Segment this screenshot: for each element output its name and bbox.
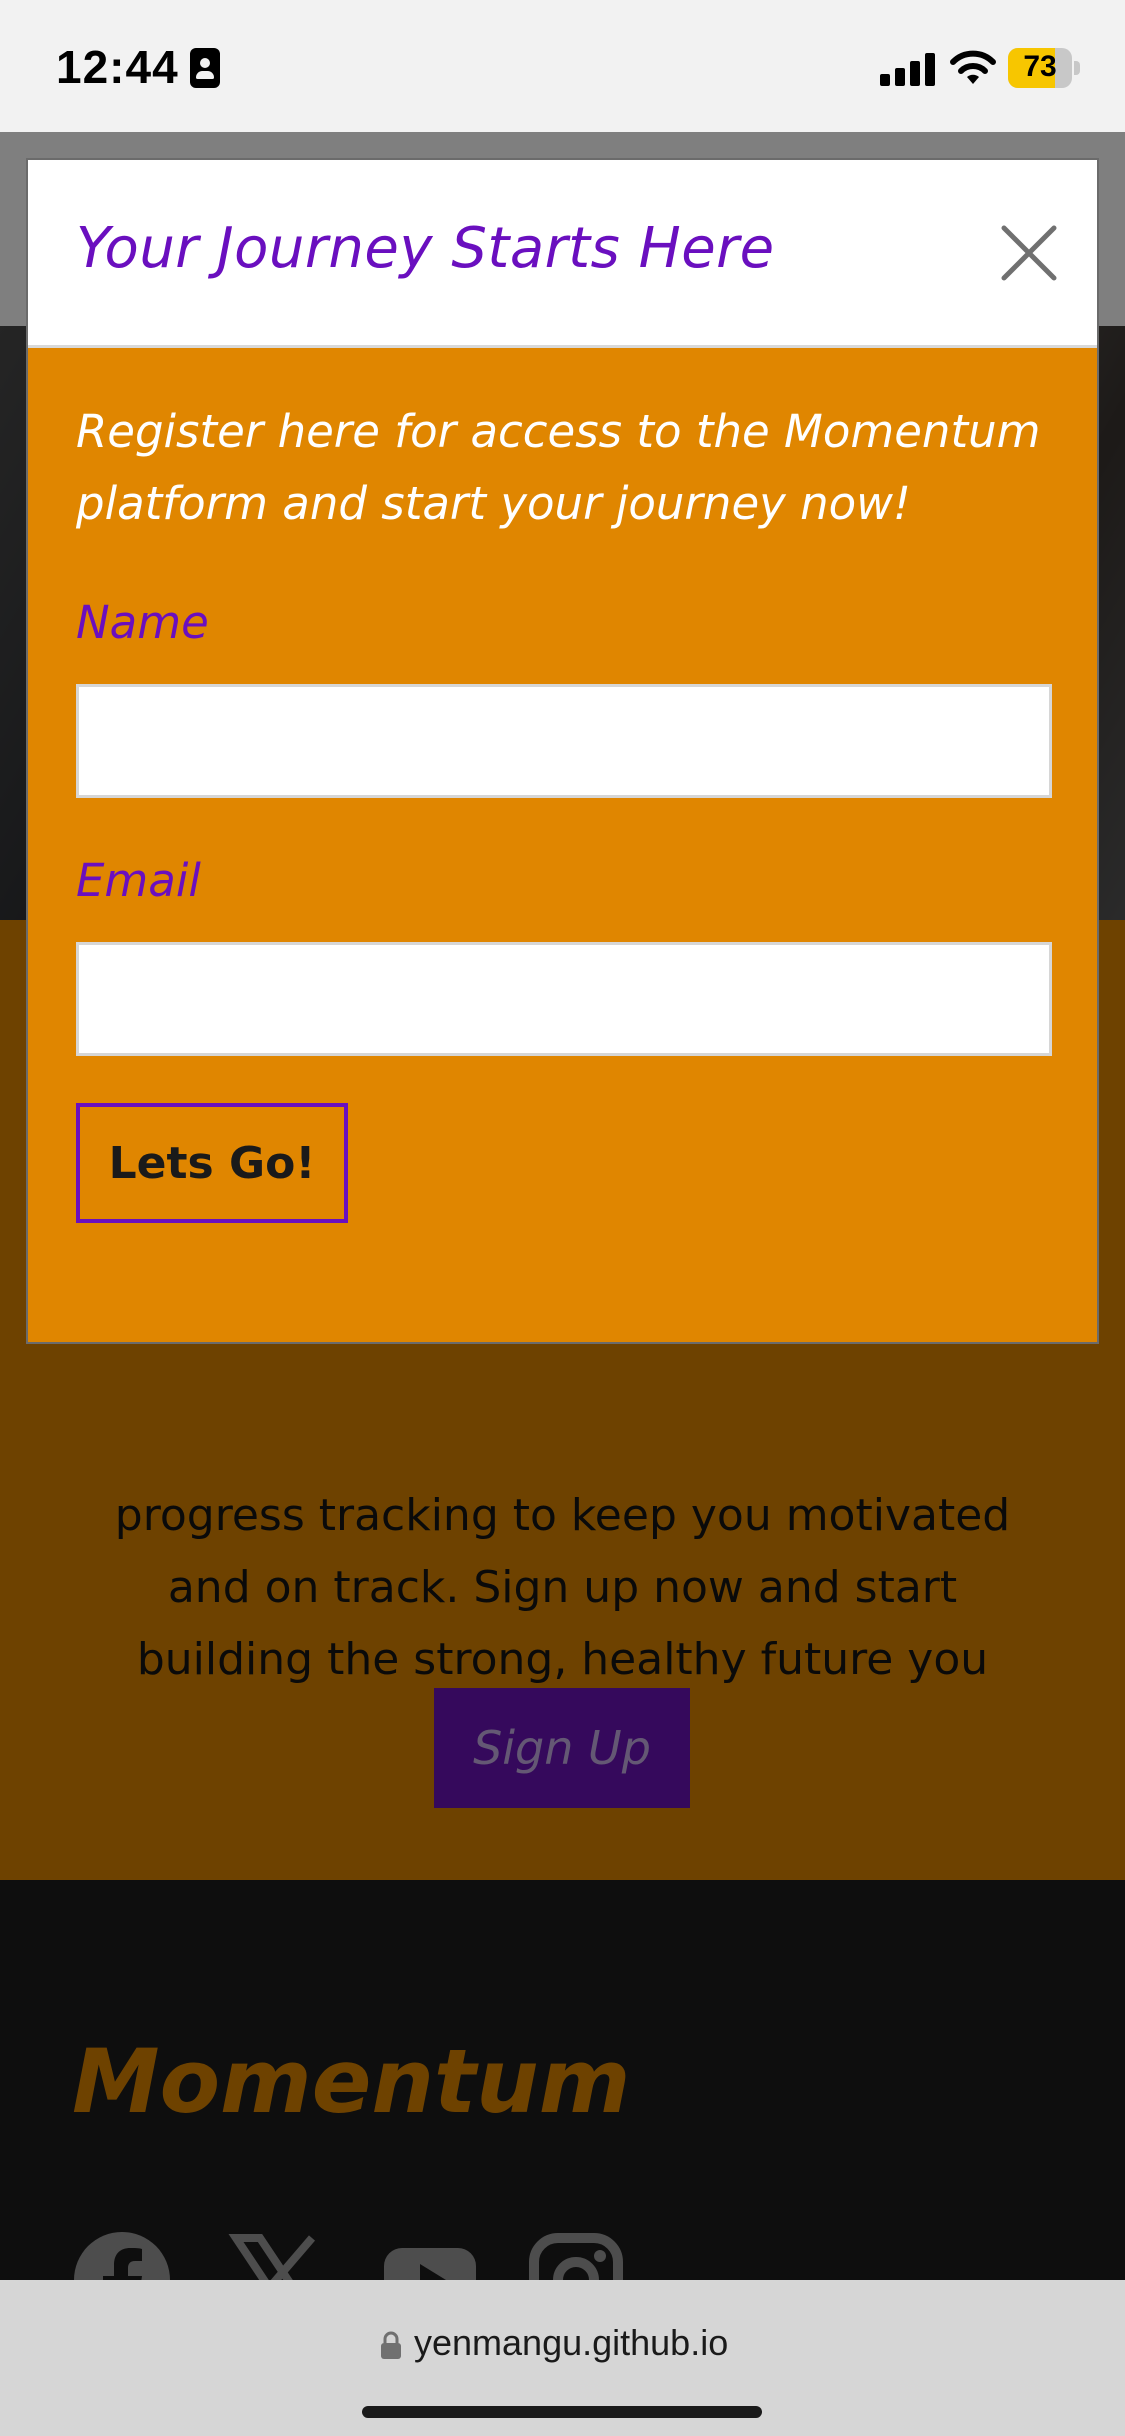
email-field[interactable] bbox=[76, 942, 1052, 1056]
register-modal: Your Journey Starts Here Register here f… bbox=[26, 158, 1099, 1344]
cellular-signal-icon bbox=[880, 52, 936, 86]
lets-go-button[interactable]: Lets Go! bbox=[76, 1103, 348, 1223]
url-text[interactable]: yenmangu.github.io bbox=[414, 2322, 728, 2364]
battery-percent: 73 bbox=[1023, 50, 1057, 83]
status-bar: 12:44 73 bbox=[0, 0, 1125, 132]
modal-header: Your Journey Starts Here bbox=[28, 160, 1097, 348]
modal-title: Your Journey Starts Here bbox=[76, 216, 775, 281]
contact-card-icon bbox=[190, 48, 220, 88]
battery-indicator: 73 bbox=[1008, 48, 1080, 88]
wifi-icon bbox=[950, 50, 996, 84]
name-field[interactable] bbox=[76, 684, 1052, 798]
close-icon[interactable] bbox=[998, 222, 1060, 284]
modal-intro-text: Register here for access to the Momentum… bbox=[76, 405, 1041, 530]
name-label: Name bbox=[76, 596, 209, 649]
email-label: Email bbox=[76, 854, 201, 907]
modal-body: Register here for access to the Momentum… bbox=[28, 348, 1097, 1342]
browser-address-bar[interactable]: yenmangu.github.io bbox=[0, 2280, 1125, 2436]
lock-icon bbox=[381, 2331, 401, 2359]
home-indicator[interactable] bbox=[362, 2406, 762, 2418]
status-time: 12:44 bbox=[56, 41, 179, 93]
